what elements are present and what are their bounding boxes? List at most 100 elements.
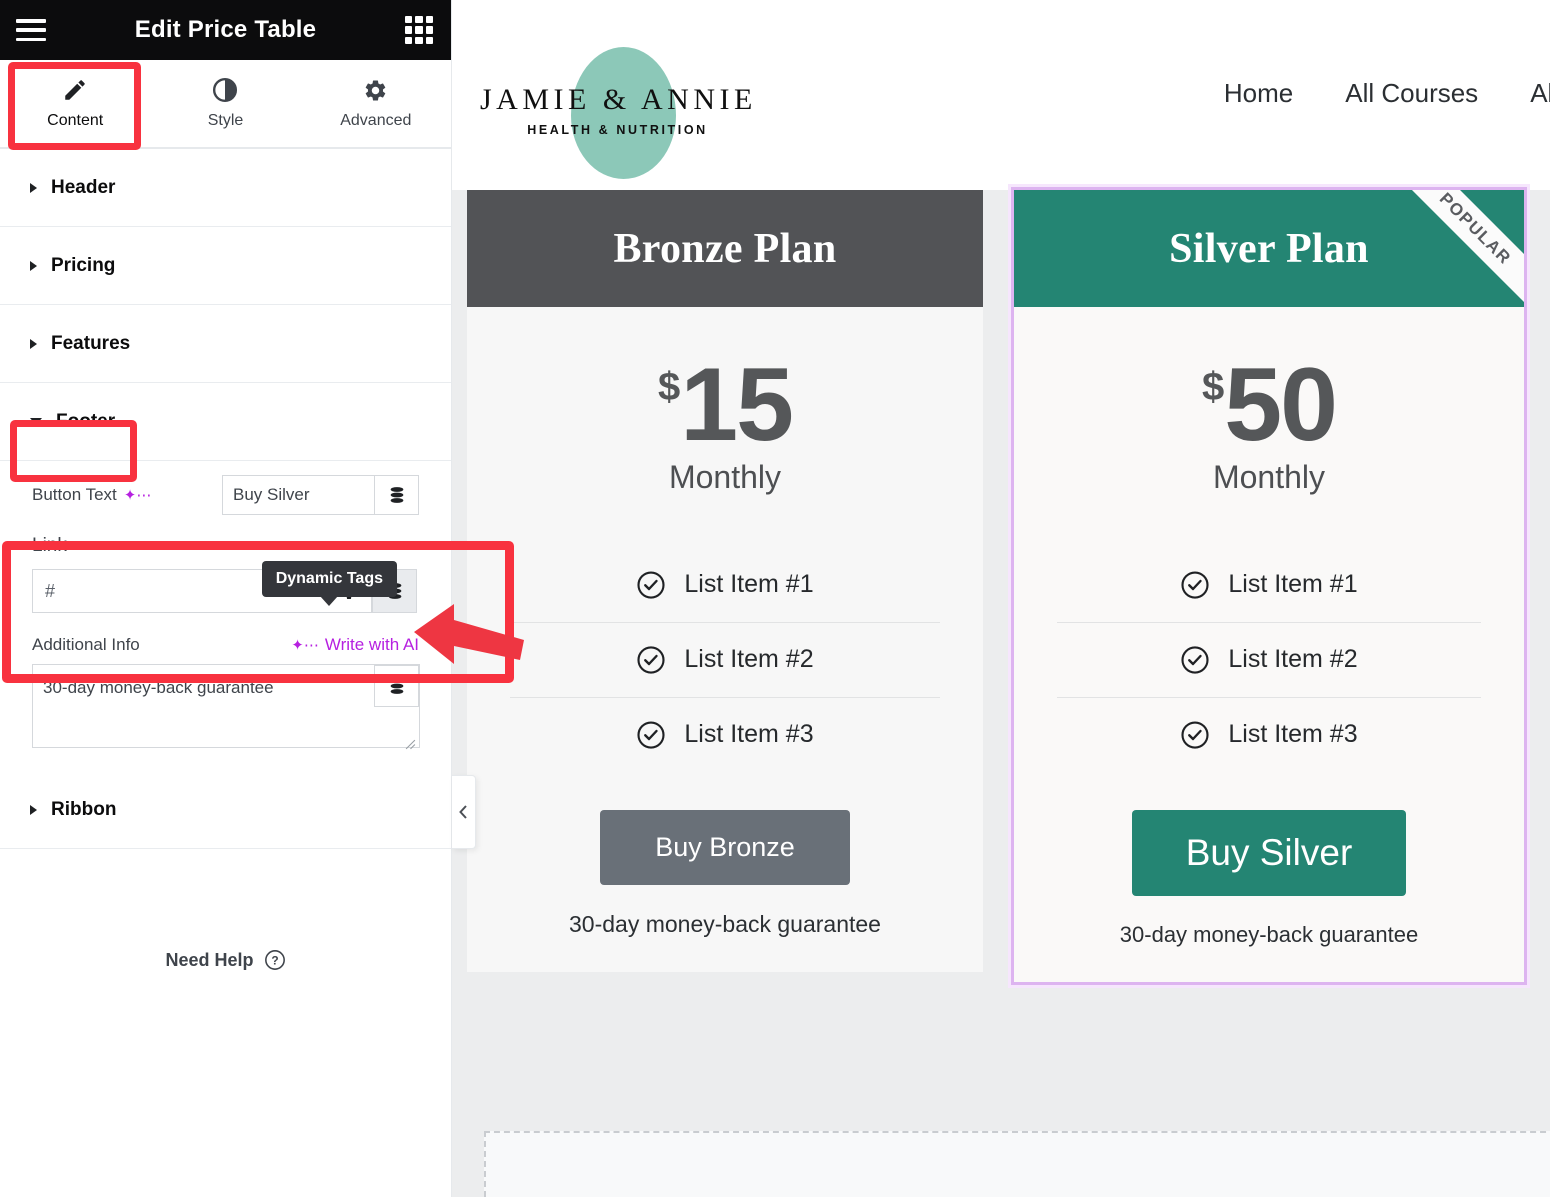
tab-content[interactable]: Content [0,60,150,147]
panel-collapse-handle[interactable] [452,775,476,849]
button-text-input-wrap [222,475,419,515]
link-field-block: Link Dynamic Tags [32,531,419,613]
check-circle-icon [636,570,666,600]
price-amount: 50 [1224,359,1336,453]
buy-bronze-button[interactable]: Buy Bronze [600,810,850,885]
pricing-card-bronze[interactable]: Bronze Plan $ 15 Monthly [467,190,983,972]
section-ribbon-label: Ribbon [51,799,116,821]
footer-section-body: Button Text ✦⋯ Link [0,461,451,771]
elementor-editor-screen: Edit Price Table Content [0,0,1550,1197]
list-item: List Item #3 [510,698,940,772]
pricing-cards-area: Bronze Plan $ 15 Monthly [452,190,1550,1010]
popular-ribbon: POPULAR [1396,190,1524,307]
question-circle-icon: ? [264,949,286,971]
feature-list-silver: List Item #1 List Item #2 [1057,548,1481,772]
card-title-bronze: Bronze Plan [613,225,836,273]
dynamic-tags-button[interactable] [374,475,419,515]
button-text-input[interactable] [222,475,374,515]
feature-label: List Item #1 [1228,570,1357,599]
additional-info-label: Additional Info [32,635,140,655]
nav-item-about[interactable]: Ab [1530,78,1550,109]
editor-panel: Edit Price Table Content [0,0,452,1197]
popular-ribbon-label: POPULAR [1435,190,1515,269]
chevron-right-icon [30,339,37,349]
check-circle-icon [636,720,666,750]
price-silver: $ 50 [1202,359,1336,453]
price-period-silver: Monthly [1014,459,1524,496]
list-item: List Item #1 [510,548,940,623]
logo-tagline: HEALTH & NUTRITION [480,123,755,137]
section-footer[interactable]: Footer [0,383,451,461]
logo-name: JAMIE & ANNIE [480,83,755,117]
chevron-right-icon [30,805,37,815]
apps-grid-icon[interactable] [405,16,433,44]
logo-text: JAMIE & ANNIE HEALTH & NUTRITION [480,83,755,137]
site-logo[interactable]: JAMIE & ANNIE HEALTH & NUTRITION [466,15,766,175]
write-with-ai-button[interactable]: ✦⋯ Write with AI [291,635,419,655]
list-item: List Item #2 [1057,623,1481,698]
currency-symbol: $ [658,369,680,405]
card-header-silver: Silver Plan POPULAR [1014,190,1524,307]
buy-silver-button[interactable]: Buy Silver [1132,810,1407,896]
price-amount: 15 [680,359,792,453]
chevron-down-icon [30,418,42,425]
additional-info-row: Additional Info ✦⋯ Write with AI [32,635,419,655]
price-bronze: $ 15 [658,359,792,453]
check-circle-icon [1180,720,1210,750]
section-drop-zone[interactable] [484,1131,1550,1197]
additional-info-dynamic-tags-button[interactable] [374,665,419,707]
ai-sparkle-icon: ✦⋯ [291,638,319,653]
panel-topbar: Edit Price Table [0,0,451,60]
currency-symbol: $ [1202,369,1224,405]
check-circle-icon [1180,645,1210,675]
list-item: List Item #1 [1057,548,1481,623]
guarantee-text-bronze: 30-day money-back guarantee [467,911,983,972]
feature-label: List Item #2 [1228,645,1357,674]
section-pricing[interactable]: Pricing [0,227,451,305]
card-header-bronze: Bronze Plan [467,190,983,307]
site-header: JAMIE & ANNIE HEALTH & NUTRITION Home Al… [452,0,1550,190]
section-features-label: Features [51,333,130,355]
section-header-label: Header [51,177,115,199]
nav-item-all-courses[interactable]: All Courses [1345,78,1478,109]
need-help-button[interactable]: Need Help ? [0,949,451,971]
write-with-ai-label: Write with AI [325,635,419,655]
pricing-card-silver[interactable]: Silver Plan POPULAR $ 50 Monthly [1011,187,1527,985]
cta-wrap-silver: Buy Silver [1014,810,1524,896]
section-features[interactable]: Features [0,305,451,383]
feature-label: List Item #3 [684,720,813,749]
section-pricing-label: Pricing [51,255,115,277]
ai-sparkle-icon: ✦⋯ [124,488,152,503]
feature-label: List Item #2 [684,645,813,674]
tab-content-label: Content [47,112,103,130]
additional-info-textarea[interactable] [32,664,420,748]
section-ribbon[interactable]: Ribbon [0,771,451,849]
nav-item-home[interactable]: Home [1224,78,1293,109]
need-help-label: Need Help [165,950,253,971]
price-period-bronze: Monthly [467,459,983,496]
svg-text:?: ? [271,954,278,968]
tab-style-label: Style [208,112,244,130]
section-header[interactable]: Header [0,149,451,227]
list-item: List Item #2 [510,623,940,698]
pencil-icon [62,77,88,103]
feature-list-bronze: List Item #1 List Item #2 [510,548,940,772]
check-circle-icon [636,645,666,675]
button-text-label: Button Text ✦⋯ [32,485,151,505]
card-title-silver: Silver Plan [1169,225,1369,273]
tab-advanced[interactable]: Advanced [301,60,451,147]
cta-wrap-bronze: Buy Bronze [467,810,983,885]
button-text-field-row: Button Text ✦⋯ [32,475,419,515]
site-nav: Home All Courses Ab [1224,78,1550,109]
guarantee-text-silver: 30-day money-back guarantee [1014,922,1524,982]
additional-info-textarea-wrap [32,664,420,753]
hamburger-menu-icon[interactable] [16,19,46,41]
tab-style[interactable]: Style [150,60,300,147]
panel-tabs: Content Style Advanced [0,60,451,149]
feature-label: List Item #3 [1228,720,1357,749]
link-label: Link [32,535,419,557]
feature-label: List Item #1 [684,570,813,599]
check-circle-icon [1180,570,1210,600]
chevron-left-icon [457,804,470,820]
section-footer-label: Footer [56,411,115,433]
